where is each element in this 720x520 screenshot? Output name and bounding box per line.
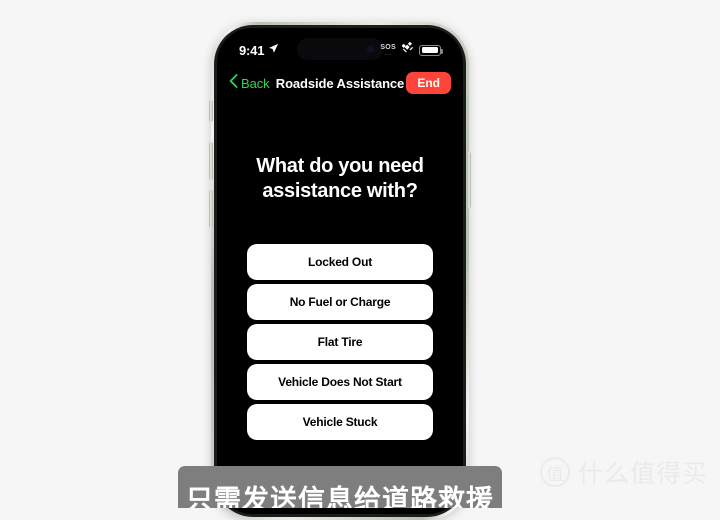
battery-fill: [421, 47, 438, 53]
battery-cap: [441, 48, 443, 54]
option-flat-tire[interactable]: Flat Tire: [247, 324, 433, 360]
satellite-icon: [401, 41, 414, 59]
phone-screen: 9:41 SOS .... Back Roadside Assistance E…: [217, 28, 463, 514]
main-content: What do you need assistance with? Locked…: [217, 110, 463, 514]
option-vehicle-stuck[interactable]: Vehicle Stuck: [247, 404, 433, 440]
navigation-bar: Back Roadside Assistance End: [217, 66, 463, 100]
iphone-device-frame: 9:41 SOS .... Back Roadside Assistance E…: [209, 22, 471, 520]
option-vehicle-does-not-start[interactable]: Vehicle Does Not Start: [247, 364, 433, 400]
watermark-logo-icon: 值: [539, 457, 570, 487]
volume-up-button[interactable]: [209, 142, 213, 180]
caption-overlay-bar: 只需发送信息给道路救援: [178, 466, 502, 508]
caption-text: 只需发送信息给道路救援: [186, 485, 494, 508]
back-button-label: Back: [241, 75, 270, 91]
assistance-options-list: Locked Out No Fuel or Charge Flat Tire V…: [247, 244, 433, 440]
chevron-left-icon: [229, 73, 238, 93]
volume-down-button[interactable]: [209, 190, 213, 228]
option-locked-out[interactable]: Locked Out: [247, 244, 433, 280]
status-bar: 9:41 SOS ....: [217, 38, 463, 62]
sos-label: SOS: [380, 43, 396, 51]
sos-indicator: SOS ....: [380, 44, 396, 57]
back-button[interactable]: Back: [229, 73, 270, 93]
watermark: 值 什么值得买: [539, 454, 708, 490]
headline-text: What do you need assistance with?: [256, 155, 424, 202]
end-button[interactable]: End: [406, 72, 451, 94]
silence-switch[interactable]: [209, 100, 213, 122]
option-no-fuel-or-charge[interactable]: No Fuel or Charge: [247, 284, 433, 320]
page-background: 9:41 SOS .... Back Roadside Assistance E…: [0, 0, 720, 520]
power-button[interactable]: [467, 152, 471, 208]
sos-signal-dots: ....: [384, 50, 392, 57]
status-bar-left: 9:41: [239, 41, 279, 59]
status-bar-right: SOS ....: [380, 41, 443, 59]
watermark-text: 什么值得买: [577, 459, 708, 488]
battery-icon: [419, 44, 443, 56]
location-arrow-icon: [268, 41, 279, 59]
status-bar-clock: 9:41: [239, 42, 265, 58]
